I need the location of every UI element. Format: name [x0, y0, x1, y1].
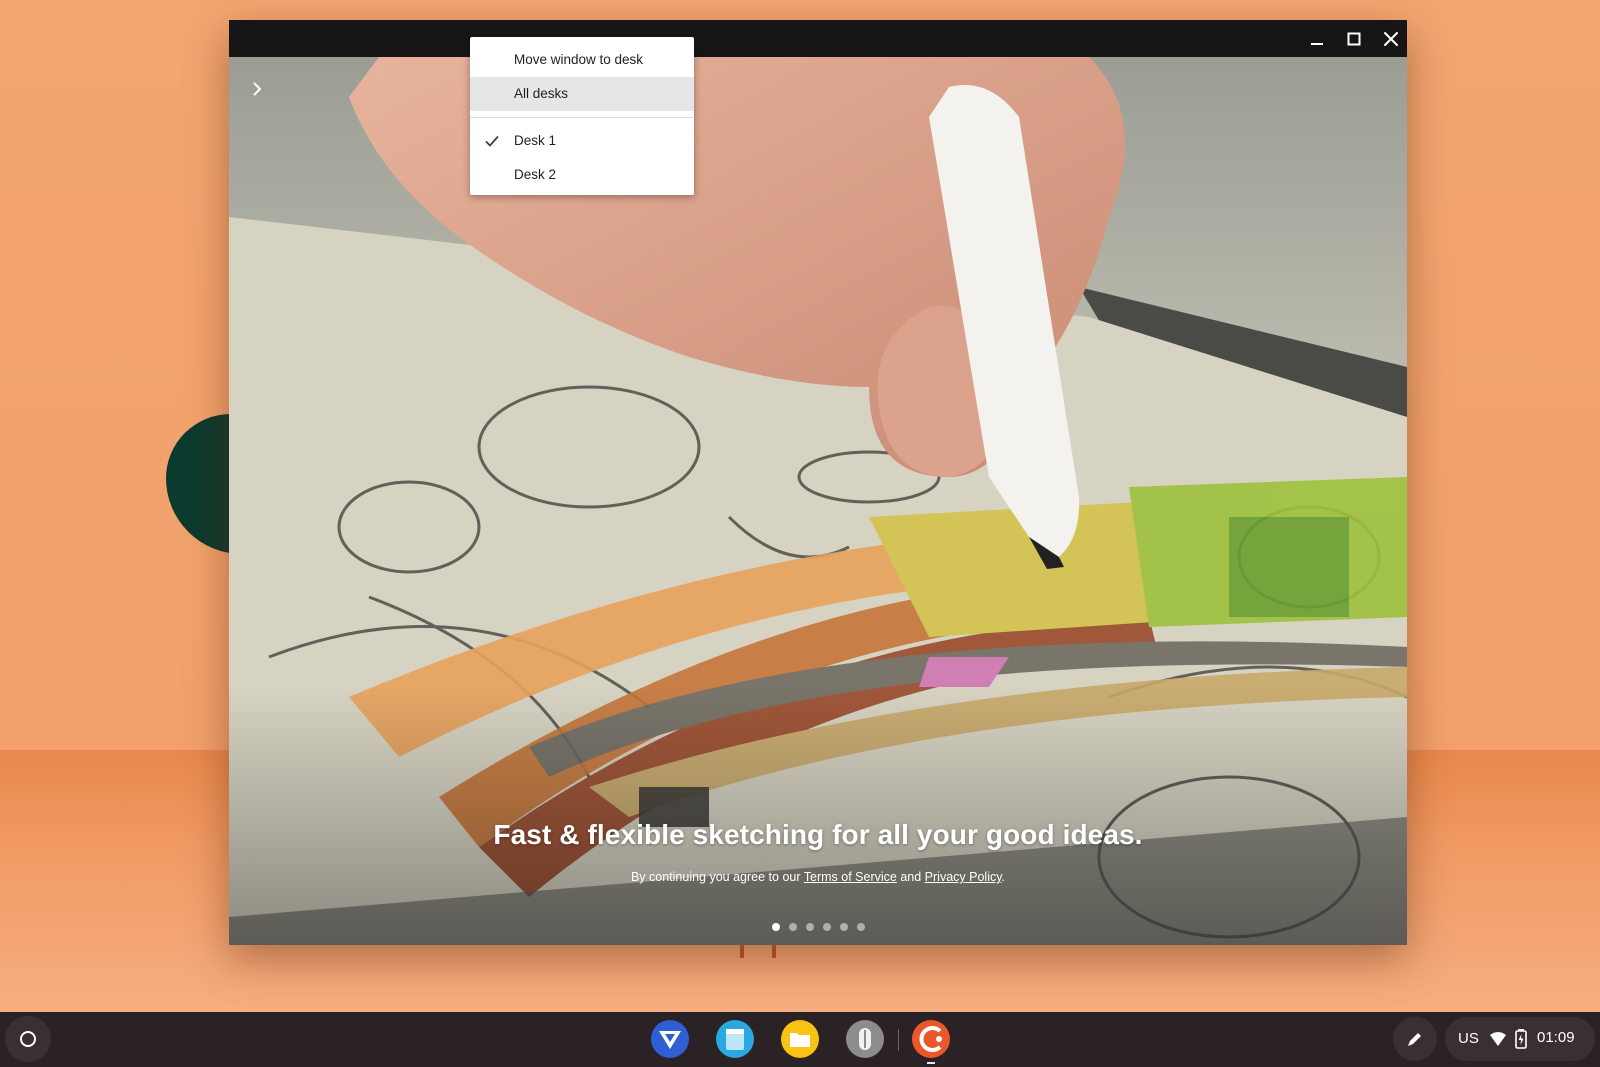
carousel-pagination: [229, 923, 1407, 931]
carousel-dot-3[interactable]: [805, 923, 814, 931]
carousel-dot-4[interactable]: [822, 923, 831, 931]
maximize-button[interactable]: [1341, 26, 1367, 52]
hero-image: [229, 57, 1407, 945]
window-titlebar[interactable]: [229, 20, 1407, 57]
legal-and: and: [896, 870, 925, 884]
menu-item-move-window-to-desk[interactable]: Move window to desk: [470, 43, 694, 77]
files-app-icon: [781, 1020, 819, 1058]
files-app-button[interactable]: [780, 1019, 820, 1059]
menu-item-desk-2[interactable]: Desk 2: [470, 158, 694, 192]
minimize-icon: [1311, 43, 1323, 45]
shelf-divider: [898, 1029, 899, 1051]
terms-of-service-link[interactable]: Terms of Service: [804, 870, 897, 884]
stylus-app-button[interactable]: [845, 1019, 885, 1059]
onboarding-headline: Fast & flexible sketching for all your g…: [493, 819, 1143, 850]
close-icon: [1384, 32, 1398, 46]
concepts-app-icon: [912, 1020, 950, 1058]
move-to-desk-menu: Move window to desk All desks Desk 1 Des…: [470, 37, 694, 195]
menu-separator: [470, 117, 694, 118]
status-tray[interactable]: US 01:09: [1445, 1017, 1595, 1061]
hero-shade: [229, 685, 1407, 945]
legal-suffix: .: [1001, 870, 1006, 884]
stylus-pen-icon: [1408, 1033, 1421, 1046]
legal-prefix: By continuing you agree to our: [630, 870, 804, 884]
stylus-app-icon: [846, 1020, 884, 1058]
wifi-icon: [1490, 1032, 1506, 1046]
ime-indicator: US: [1458, 1030, 1479, 1047]
next-slide-button[interactable]: [247, 79, 267, 99]
notes-app-icon: [716, 1020, 754, 1058]
shelf: US 01:09: [0, 1012, 1600, 1067]
clock: 01:09: [1537, 1029, 1575, 1046]
active-app-indicator: [927, 1062, 935, 1064]
stylus-tools-button[interactable]: [1393, 1017, 1437, 1061]
check-icon: [485, 135, 499, 147]
app-window: Fast & flexible sketching for all your g…: [229, 20, 1407, 945]
concepts-app-button[interactable]: [911, 1019, 951, 1059]
legal-notice: By continuing you agree to our Terms of …: [229, 870, 1407, 884]
notes-app-button[interactable]: [715, 1019, 755, 1059]
carousel-dot-5[interactable]: [839, 923, 848, 931]
launcher-icon: [20, 1031, 36, 1047]
menu-item-desk-1-label: Desk 1: [514, 133, 557, 148]
vectr-app-button[interactable]: [650, 1019, 690, 1059]
carousel-dot-2[interactable]: [788, 923, 797, 931]
vectr-app-icon: [651, 1020, 689, 1058]
menu-item-desk-1[interactable]: Desk 1: [470, 124, 694, 158]
chevron-right-icon: [253, 82, 262, 96]
minimize-button[interactable]: [1304, 26, 1330, 52]
close-button[interactable]: [1378, 26, 1404, 52]
battery-charging-icon: [1515, 1029, 1527, 1049]
launcher-button[interactable]: [5, 1016, 51, 1062]
carousel-dot-1[interactable]: [771, 923, 780, 931]
maximize-icon: [1347, 32, 1361, 46]
privacy-policy-link[interactable]: Privacy Policy: [925, 870, 1002, 884]
carousel-dot-6[interactable]: [856, 923, 865, 931]
onboarding-carousel: Fast & flexible sketching for all your g…: [229, 57, 1407, 945]
menu-item-all-desks[interactable]: All desks: [470, 77, 694, 111]
